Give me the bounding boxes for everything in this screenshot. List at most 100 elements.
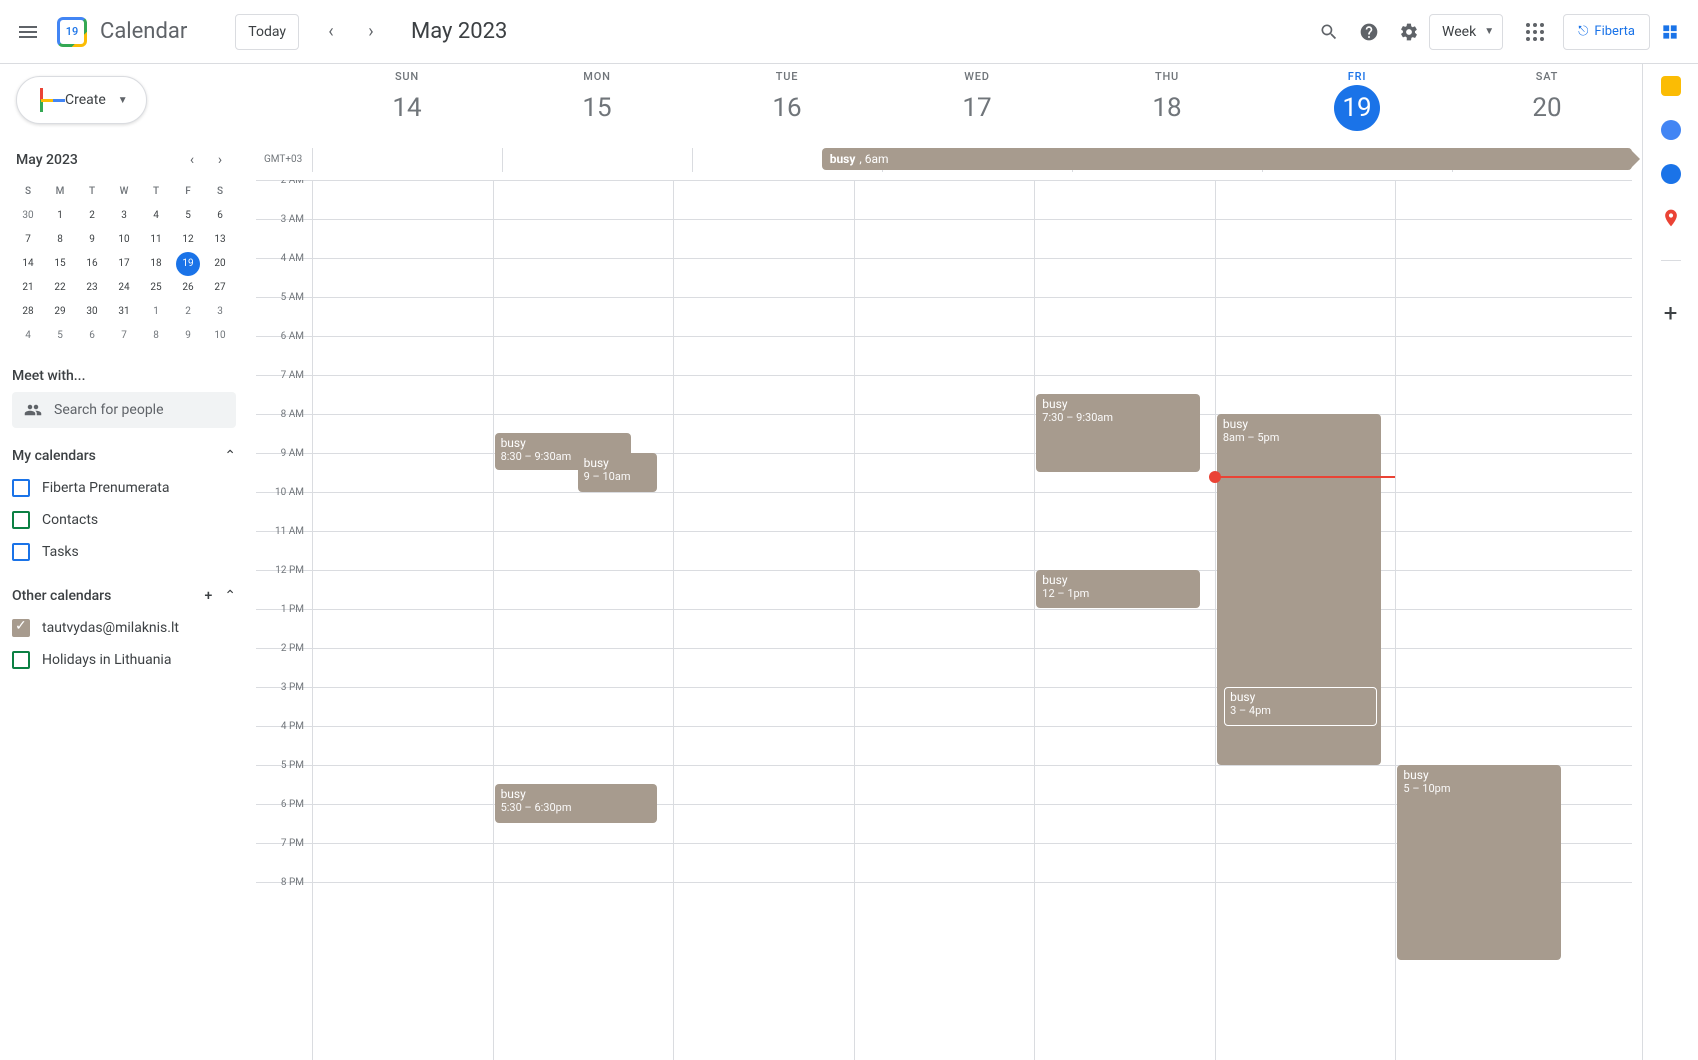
day-header[interactable]: TUE16 <box>692 64 882 148</box>
account-switcher[interactable] <box>1650 12 1690 52</box>
mini-cal-day[interactable]: 5 <box>48 324 72 348</box>
mini-cal-day[interactable]: 24 <box>112 276 136 300</box>
day-column[interactable] <box>493 180 674 1060</box>
calendar-list-item[interactable]: Holidays in Lithuania <box>12 644 236 676</box>
mini-cal-day[interactable]: 30 <box>80 300 104 324</box>
time-grid-scroll[interactable]: 2 AM3 AM4 AM5 AM6 AM7 AM8 AM9 AM10 AM11 … <box>256 180 1632 1060</box>
mini-cal-day[interactable]: 12 <box>176 228 200 252</box>
calendar-checkbox[interactable] <box>12 543 30 561</box>
calendar-event[interactable]: busy12 – 1pm <box>1036 570 1200 608</box>
day-number[interactable]: 16 <box>764 85 810 131</box>
mini-cal-day[interactable]: 27 <box>208 276 232 300</box>
calendar-logo[interactable]: 19 <box>52 12 92 52</box>
tasks-icon[interactable] <box>1661 120 1681 140</box>
day-column[interactable] <box>854 180 1035 1060</box>
mini-cal-day[interactable]: 10 <box>208 324 232 348</box>
contacts-icon[interactable] <box>1661 164 1681 184</box>
search-button[interactable] <box>1309 12 1349 52</box>
mini-cal-day[interactable]: 17 <box>112 252 136 276</box>
mini-cal-day[interactable]: 26 <box>176 276 200 300</box>
day-number[interactable]: 18 <box>1144 85 1190 131</box>
mini-cal-day[interactable]: 1 <box>48 204 72 228</box>
add-calendar-icon[interactable]: + <box>204 588 212 604</box>
create-button[interactable]: Create ▼ <box>16 76 147 124</box>
today-button[interactable]: Today <box>235 14 299 50</box>
keep-icon[interactable] <box>1661 76 1681 96</box>
other-calendars-header[interactable]: Other calendars +⌃ <box>12 588 236 604</box>
mini-cal-day[interactable]: 3 <box>112 204 136 228</box>
mini-cal-day[interactable]: 28 <box>16 300 40 324</box>
mini-cal-day[interactable]: 14 <box>16 252 40 276</box>
day-column[interactable] <box>1034 180 1215 1060</box>
mini-cal-day[interactable]: 2 <box>176 300 200 324</box>
calendar-event[interactable]: busy5:30 – 6:30pm <box>495 784 657 823</box>
day-number[interactable]: 17 <box>954 85 1000 131</box>
mini-cal-day[interactable]: 7 <box>112 324 136 348</box>
calendar-event[interactable]: busy5 – 10pm <box>1397 765 1561 960</box>
view-switcher[interactable]: Week▼ <box>1429 14 1503 50</box>
mini-cal-day[interactable]: 8 <box>48 228 72 252</box>
calendar-event[interactable]: busy7:30 – 9:30am <box>1036 394 1200 472</box>
mini-cal-day[interactable]: 7 <box>16 228 40 252</box>
mini-cal-day[interactable]: 4 <box>16 324 40 348</box>
day-header[interactable]: THU18 <box>1072 64 1262 148</box>
day-header[interactable]: WED17 <box>882 64 1072 148</box>
mini-cal-day[interactable]: 5 <box>176 204 200 228</box>
mini-cal-title[interactable]: May 2023 <box>16 152 78 168</box>
mini-cal-day[interactable]: 10 <box>112 228 136 252</box>
calendar-checkbox[interactable] <box>12 651 30 669</box>
mini-cal-day[interactable]: 3 <box>208 300 232 324</box>
day-header[interactable]: SAT20 <box>1452 64 1642 148</box>
calendar-event[interactable]: busy3 – 4pm <box>1224 687 1377 726</box>
mini-cal-day[interactable]: 23 <box>80 276 104 300</box>
mini-cal-day[interactable]: 25 <box>144 276 168 300</box>
calendar-event[interactable]: busy9 – 10am <box>578 453 657 492</box>
next-period-button[interactable]: › <box>351 12 391 52</box>
mini-cal-day[interactable]: 8 <box>144 324 168 348</box>
calendar-list-item[interactable]: tautvydas@milaknis.lt <box>12 612 236 644</box>
mini-cal-day[interactable]: 9 <box>176 324 200 348</box>
allday-event[interactable]: busy, 6am <box>822 148 1632 170</box>
my-calendars-header[interactable]: My calendars ⌃ <box>12 448 236 464</box>
mini-cal-day[interactable]: 16 <box>80 252 104 276</box>
calendar-list-item[interactable]: Tasks <box>12 536 236 568</box>
mini-cal-day[interactable]: 6 <box>80 324 104 348</box>
mini-cal-day[interactable]: 29 <box>48 300 72 324</box>
mini-cal-day[interactable]: 11 <box>144 228 168 252</box>
mini-cal-day[interactable]: 31 <box>112 300 136 324</box>
mini-cal-day[interactable]: 19 <box>176 252 200 276</box>
settings-button[interactable] <box>1389 12 1429 52</box>
mini-cal-day[interactable]: 18 <box>144 252 168 276</box>
google-apps-button[interactable] <box>1515 12 1555 52</box>
day-number[interactable]: 15 <box>574 85 620 131</box>
day-number[interactable]: 19 <box>1334 85 1380 131</box>
maps-icon[interactable] <box>1661 208 1681 228</box>
day-column[interactable] <box>673 180 854 1060</box>
mini-cal-day[interactable]: 21 <box>16 276 40 300</box>
mini-cal-day[interactable]: 9 <box>80 228 104 252</box>
prev-period-button[interactable]: ‹ <box>311 12 351 52</box>
mini-cal-prev[interactable]: ‹ <box>180 148 204 172</box>
support-button[interactable] <box>1349 12 1389 52</box>
current-period-title[interactable]: May 2023 <box>411 19 507 44</box>
day-column[interactable] <box>312 180 493 1060</box>
mini-cal-day[interactable]: 20 <box>208 252 232 276</box>
day-header[interactable]: SUN14 <box>312 64 502 148</box>
calendar-list-item[interactable]: Contacts <box>12 504 236 536</box>
mini-cal-next[interactable]: › <box>208 148 232 172</box>
mini-cal-day[interactable]: 22 <box>48 276 72 300</box>
calendar-list-item[interactable]: Fiberta Prenumerata <box>12 472 236 504</box>
mini-cal-day[interactable]: 13 <box>208 228 232 252</box>
fiberta-button[interactable]: ⎋Fiberta <box>1563 14 1650 50</box>
day-header[interactable]: FRI19 <box>1262 64 1452 148</box>
mini-cal-day[interactable]: 4 <box>144 204 168 228</box>
search-people-input[interactable]: Search for people <box>12 392 236 428</box>
get-addons-button[interactable]: + <box>1651 293 1691 333</box>
day-number[interactable]: 20 <box>1524 85 1570 131</box>
mini-cal-day[interactable]: 15 <box>48 252 72 276</box>
mini-cal-day[interactable]: 1 <box>144 300 168 324</box>
mini-cal-day[interactable]: 30 <box>16 204 40 228</box>
day-header[interactable]: MON15 <box>502 64 692 148</box>
mini-cal-day[interactable]: 6 <box>208 204 232 228</box>
calendar-checkbox[interactable] <box>12 619 30 637</box>
